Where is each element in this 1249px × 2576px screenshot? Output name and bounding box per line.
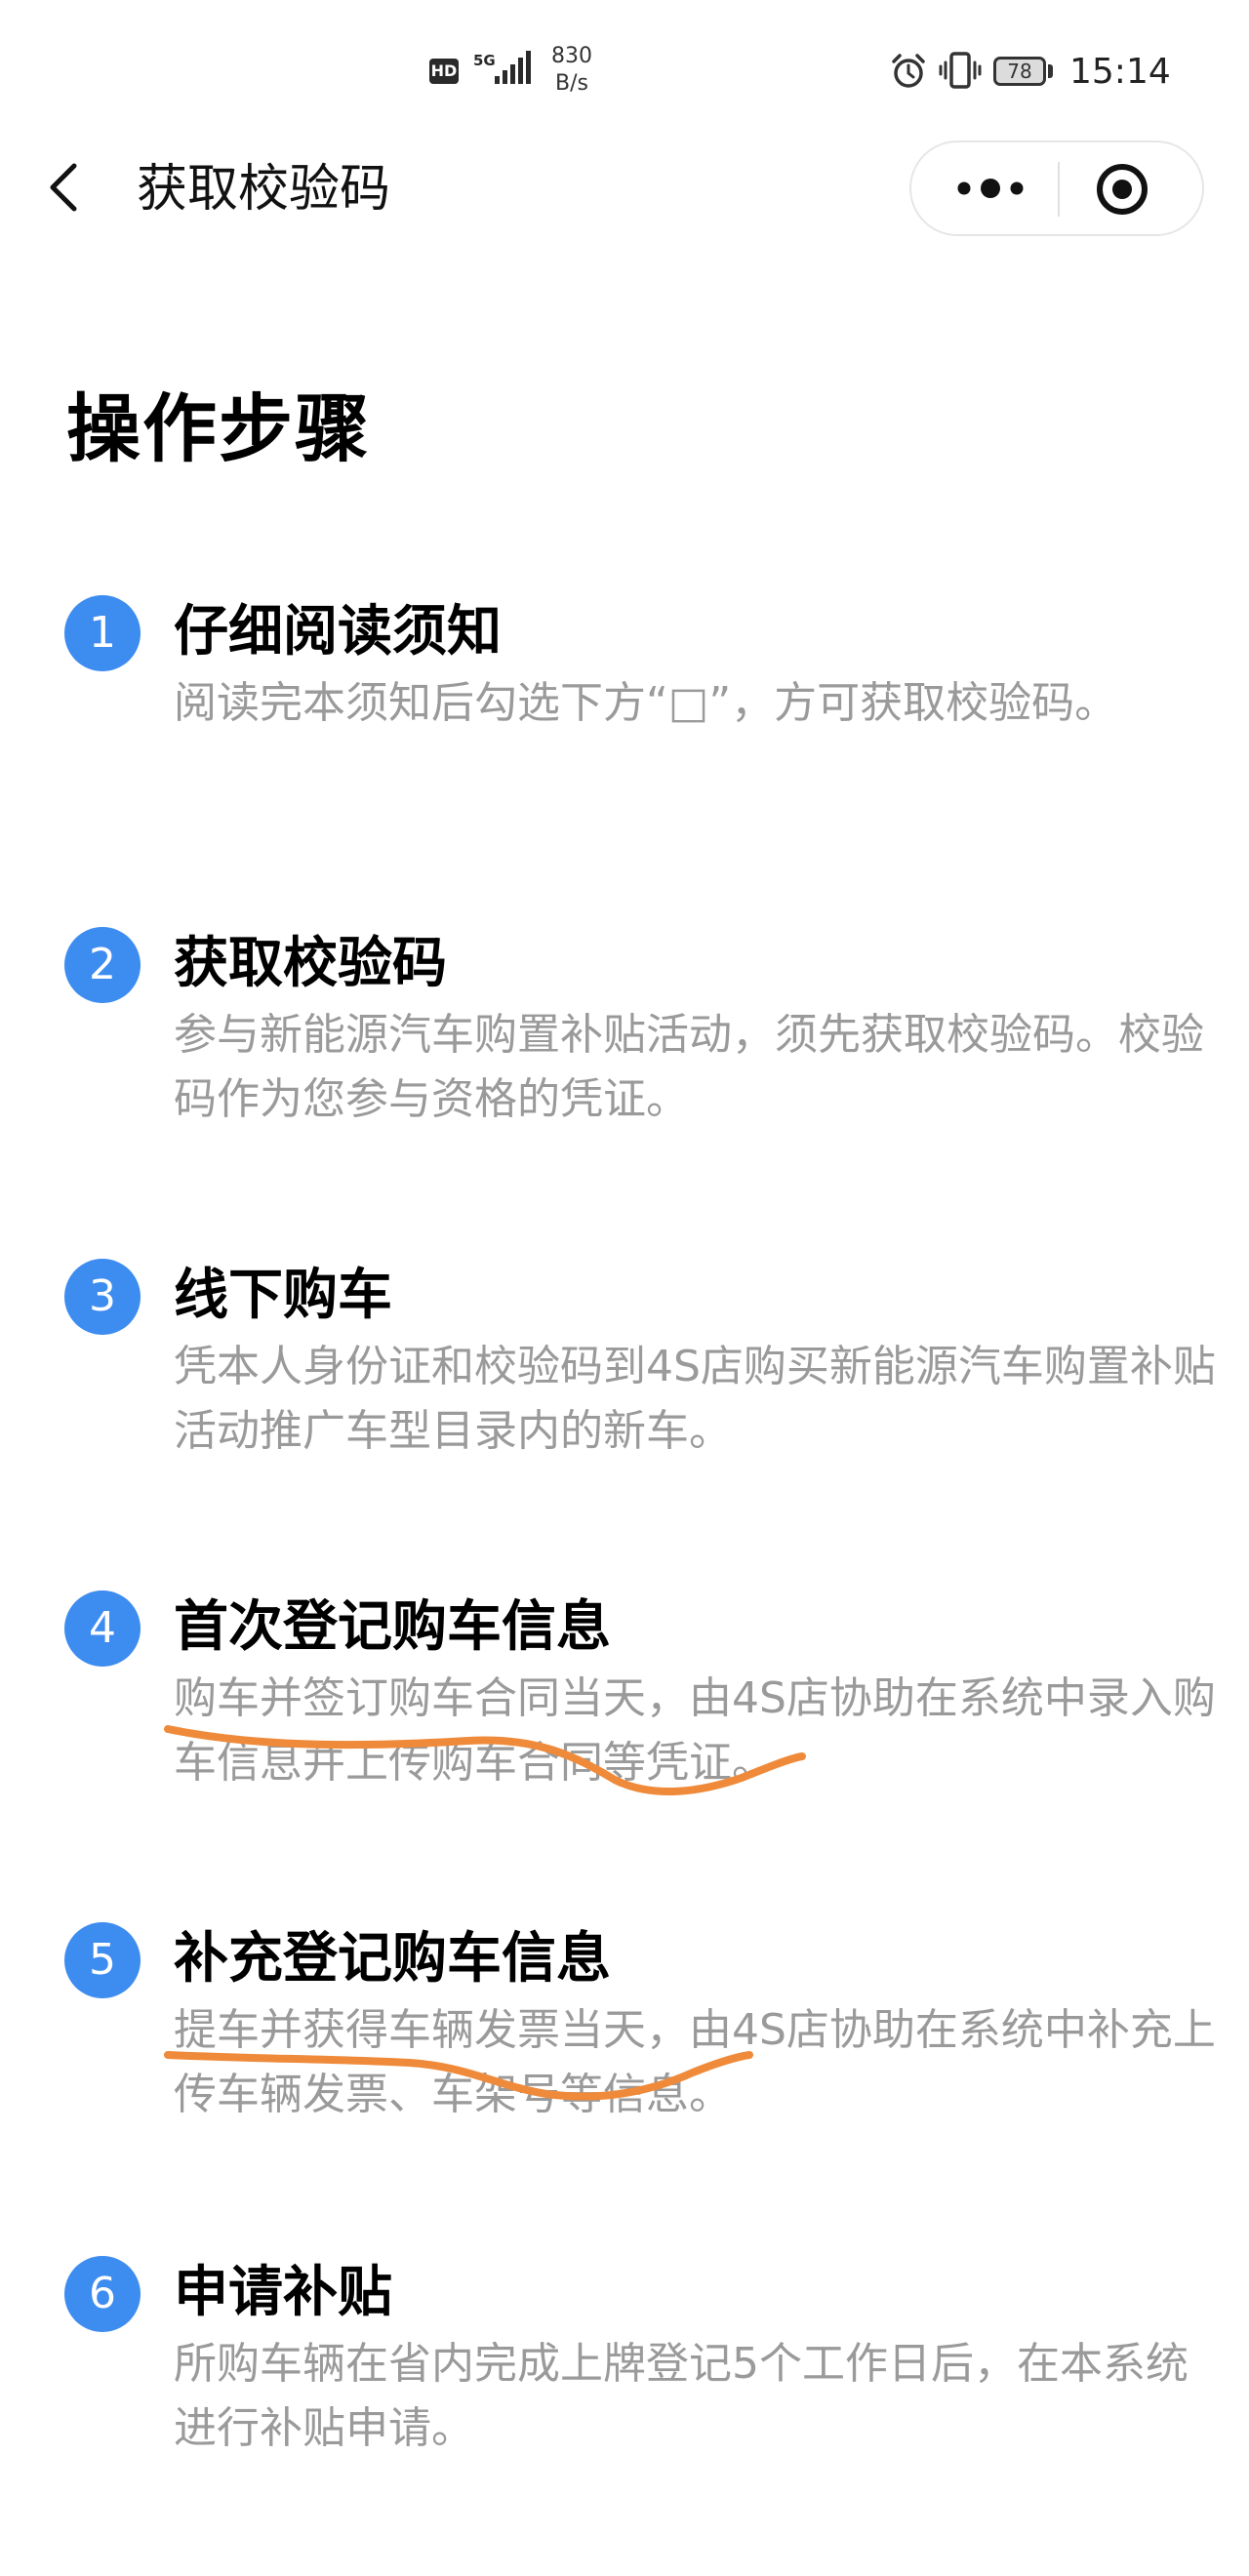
step-number-badge: 2	[64, 927, 141, 1003]
step-number-badge: 6	[64, 2256, 141, 2332]
section-title: 操作步骤	[66, 385, 371, 472]
step-title: 补充登记购车信息	[174, 1927, 611, 1991]
page: HD 5G 830 B/s 78 15:14 获取校验码 操作步骤 1 仔细阅读…	[0, 0, 1249, 2576]
step-number-badge: 3	[64, 1259, 141, 1335]
network-speed: 830 B/s	[543, 43, 601, 98]
step-title: 获取校验码	[174, 932, 447, 995]
step-description: 凭本人身份证和校验码到4S店购买新能源汽车购置补贴活动推广车型目录内的新车。	[174, 1342, 1216, 1456]
step-description: 所购车辆在省内完成上牌登记5个工作日后，在本系统进行补贴申请。	[174, 2339, 1189, 2453]
more-dots-icon[interactable]	[947, 164, 1034, 213]
clock: 15:14	[1069, 52, 1171, 92]
step-title: 线下购车	[174, 1264, 392, 1327]
alarm-icon	[892, 54, 925, 88]
speed-unit: B/s	[555, 71, 588, 96]
speed-value: 830	[551, 44, 592, 68]
capsule-divider	[1058, 162, 1060, 217]
step-number-badge: 4	[64, 1590, 141, 1667]
step-description: 阅读完本须知后勾选下方“□”，方可获取校验码。	[174, 678, 1118, 728]
battery-icon: 78	[993, 57, 1046, 86]
signal-icon	[495, 51, 531, 84]
vibrate-icon	[939, 52, 982, 89]
miniprogram-capsule	[909, 141, 1204, 236]
step-title: 申请补贴	[174, 2261, 392, 2324]
step-description: 购车并签订购车合同当天，由4S店协助在系统中录入购车信息并上传购车合同等凭证。	[174, 1673, 1216, 1788]
battery-tip	[1048, 64, 1053, 78]
step-title: 仔细阅读须知	[174, 600, 502, 664]
status-bar: HD 5G 830 B/s 78 15:14	[0, 0, 1249, 137]
step-description: 参与新能源汽车购置补贴活动，须先获取校验码。校验码作为您参与资格的凭证。	[174, 1010, 1204, 1124]
step-title: 首次登记购车信息	[174, 1595, 611, 1659]
chevron-left-icon[interactable]	[35, 156, 98, 219]
step-description: 提车并获得车辆发票当天，由4S店协助在系统中补充上传车辆发票、车架号等信息。	[174, 2005, 1216, 2119]
target-close-icon[interactable]	[1093, 160, 1151, 219]
hd-badge: HD	[429, 59, 459, 84]
page-title: 获取校验码	[137, 160, 391, 219]
step-number-badge: 5	[64, 1922, 141, 1998]
step-number-badge: 1	[64, 595, 141, 671]
